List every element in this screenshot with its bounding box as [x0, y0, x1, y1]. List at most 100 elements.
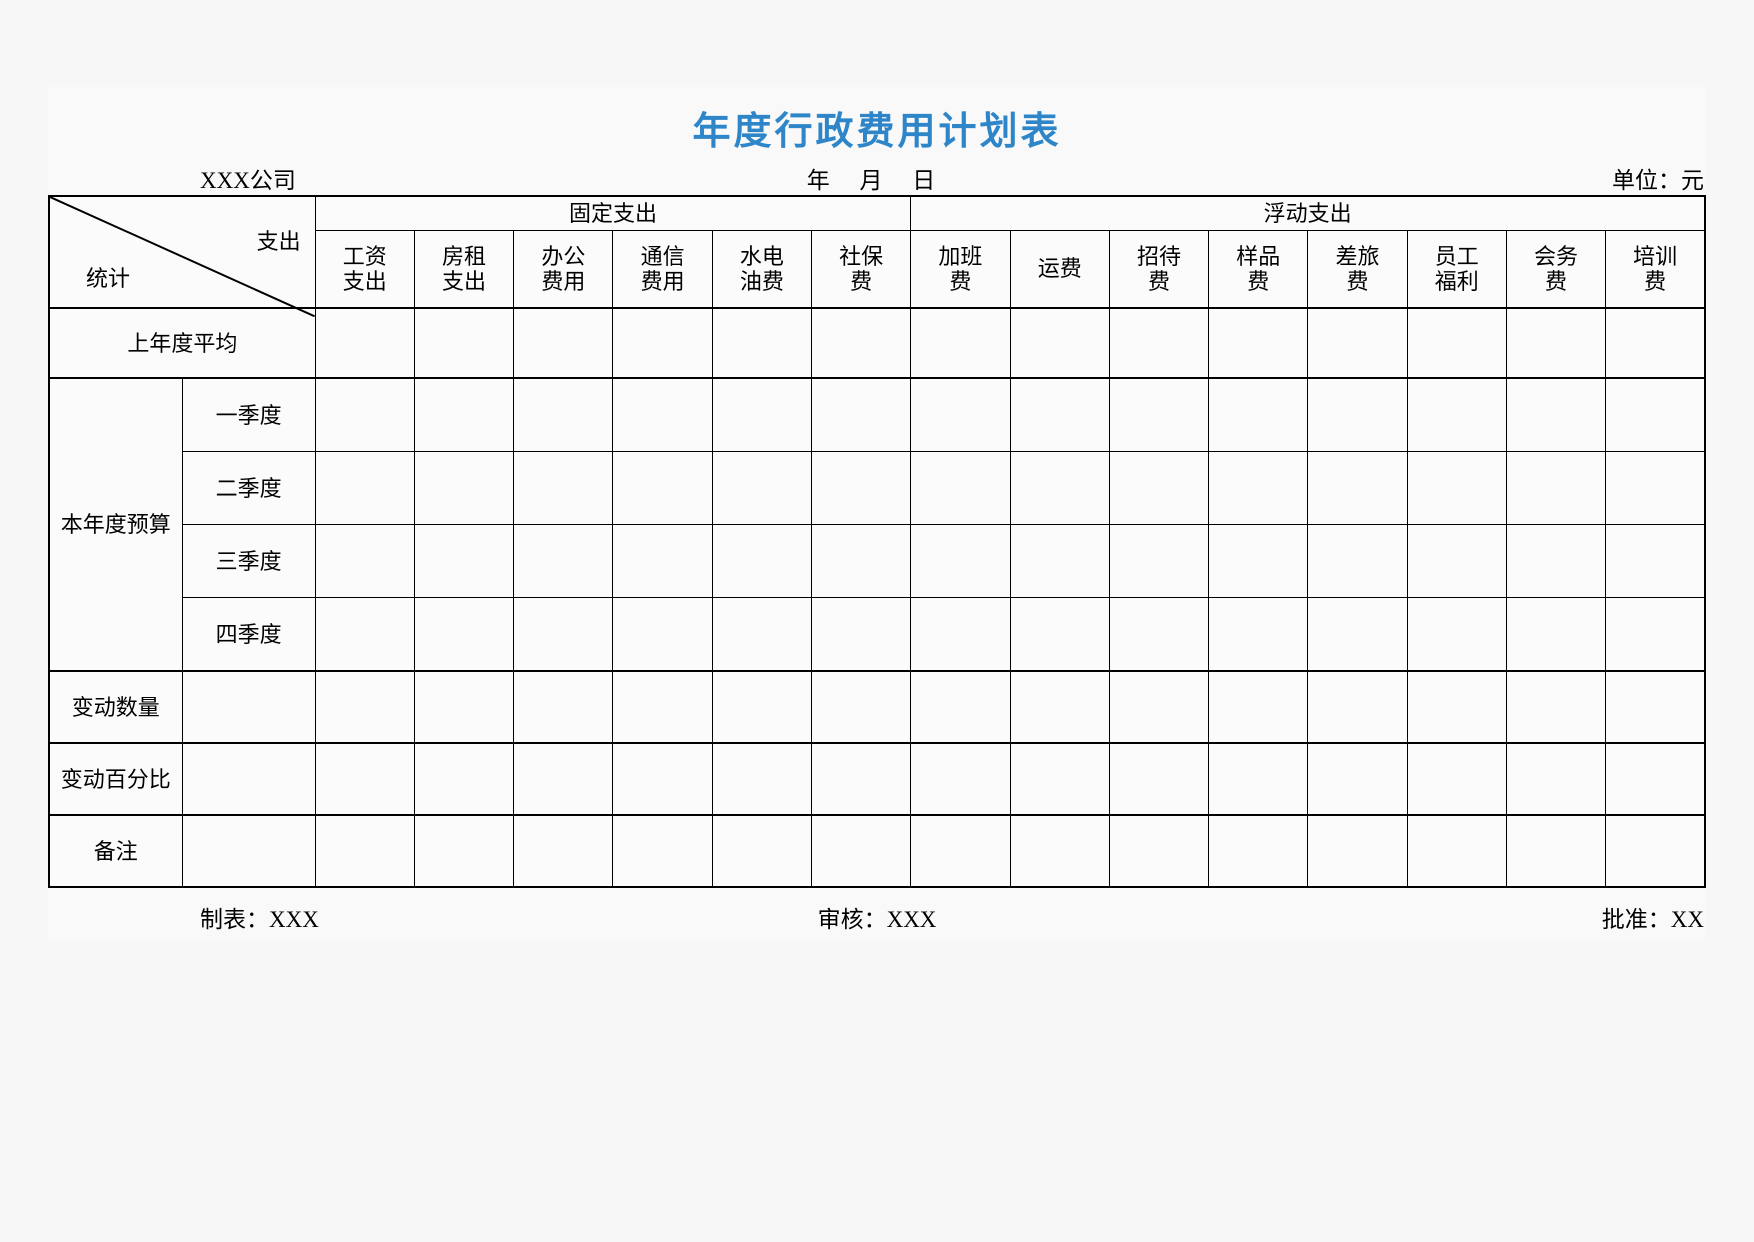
data-cell[interactable]	[1208, 524, 1309, 599]
data-cell[interactable]	[513, 307, 614, 379]
data-cell[interactable]	[413, 814, 515, 889]
data-cell[interactable]	[314, 814, 415, 889]
data-cell[interactable]	[1605, 670, 1707, 744]
data-cell[interactable]	[1208, 377, 1309, 453]
data-cell[interactable]	[1208, 451, 1309, 526]
data-cell[interactable]	[1406, 814, 1507, 889]
data-cell[interactable]	[810, 670, 912, 744]
data-cell[interactable]	[1605, 307, 1707, 379]
data-cell[interactable]	[1108, 524, 1210, 599]
data-cell[interactable]	[910, 742, 1011, 816]
data-cell[interactable]	[1108, 307, 1210, 379]
data-cell[interactable]	[314, 307, 415, 379]
data-cell[interactable]	[1307, 670, 1408, 744]
data-cell[interactable]	[1307, 742, 1408, 816]
data-cell[interactable]	[513, 814, 614, 889]
data-cell[interactable]	[1208, 742, 1309, 816]
data-cell[interactable]	[1505, 670, 1607, 744]
data-cell[interactable]	[1108, 814, 1210, 889]
data-cell[interactable]	[1009, 451, 1110, 526]
data-cell[interactable]	[314, 597, 415, 672]
data-cell[interactable]	[1505, 597, 1607, 672]
data-cell[interactable]	[612, 597, 713, 672]
data-cell[interactable]	[711, 451, 812, 526]
data-cell[interactable]	[711, 597, 812, 672]
data-cell[interactable]	[1505, 307, 1607, 379]
data-cell[interactable]	[1208, 307, 1309, 379]
data-cell[interactable]	[1009, 814, 1110, 889]
data-cell[interactable]	[1505, 524, 1607, 599]
data-cell[interactable]	[513, 742, 614, 816]
data-cell[interactable]	[314, 524, 415, 599]
data-cell[interactable]	[1605, 742, 1707, 816]
data-cell[interactable]	[612, 307, 713, 379]
data-cell[interactable]	[513, 377, 614, 453]
data-cell[interactable]	[181, 670, 316, 744]
data-cell[interactable]	[181, 742, 316, 816]
data-cell[interactable]	[612, 670, 713, 744]
data-cell[interactable]	[1009, 307, 1110, 379]
data-cell[interactable]	[910, 307, 1011, 379]
data-cell[interactable]	[612, 524, 713, 599]
data-cell[interactable]	[810, 377, 912, 453]
data-cell[interactable]	[1009, 742, 1110, 816]
data-cell[interactable]	[1307, 524, 1408, 599]
data-cell[interactable]	[612, 742, 713, 816]
data-cell[interactable]	[810, 307, 912, 379]
data-cell[interactable]	[711, 524, 812, 599]
data-cell[interactable]	[1108, 597, 1210, 672]
data-cell[interactable]	[1108, 670, 1210, 744]
data-cell[interactable]	[1009, 377, 1110, 453]
data-cell[interactable]	[711, 742, 812, 816]
data-cell[interactable]	[711, 307, 812, 379]
data-cell[interactable]	[1406, 524, 1507, 599]
data-cell[interactable]	[711, 670, 812, 744]
data-cell[interactable]	[1605, 597, 1707, 672]
data-cell[interactable]	[1505, 742, 1607, 816]
data-cell[interactable]	[1406, 307, 1507, 379]
data-cell[interactable]	[910, 814, 1011, 889]
data-cell[interactable]	[1406, 451, 1507, 526]
data-cell[interactable]	[612, 377, 713, 453]
data-cell[interactable]	[413, 524, 515, 599]
data-cell[interactable]	[810, 742, 912, 816]
data-cell[interactable]	[910, 670, 1011, 744]
data-cell[interactable]	[314, 670, 415, 744]
data-cell[interactable]	[314, 742, 415, 816]
data-cell[interactable]	[513, 524, 614, 599]
data-cell[interactable]	[513, 670, 614, 744]
data-cell[interactable]	[1406, 742, 1507, 816]
data-cell[interactable]	[413, 451, 515, 526]
data-cell[interactable]	[711, 814, 812, 889]
data-cell[interactable]	[314, 451, 415, 526]
data-cell[interactable]	[1406, 597, 1507, 672]
data-cell[interactable]	[513, 597, 614, 672]
data-cell[interactable]	[413, 377, 515, 453]
data-cell[interactable]	[1108, 451, 1210, 526]
data-cell[interactable]	[1208, 814, 1309, 889]
data-cell[interactable]	[1307, 377, 1408, 453]
data-cell[interactable]	[1108, 742, 1210, 816]
data-cell[interactable]	[1406, 377, 1507, 453]
data-cell[interactable]	[810, 451, 912, 526]
data-cell[interactable]	[1009, 524, 1110, 599]
data-cell[interactable]	[910, 597, 1011, 672]
data-cell[interactable]	[1505, 451, 1607, 526]
data-cell[interactable]	[1307, 597, 1408, 672]
data-cell[interactable]	[413, 597, 515, 672]
data-cell[interactable]	[1605, 377, 1707, 453]
data-cell[interactable]	[1307, 814, 1408, 889]
data-cell[interactable]	[810, 524, 912, 599]
data-cell[interactable]	[612, 451, 713, 526]
data-cell[interactable]	[910, 524, 1011, 599]
data-cell[interactable]	[513, 451, 614, 526]
data-cell[interactable]	[181, 814, 316, 889]
data-cell[interactable]	[1505, 377, 1607, 453]
data-cell[interactable]	[1605, 814, 1707, 889]
data-cell[interactable]	[1406, 670, 1507, 744]
data-cell[interactable]	[413, 307, 515, 379]
data-cell[interactable]	[810, 597, 912, 672]
data-cell[interactable]	[413, 670, 515, 744]
data-cell[interactable]	[1208, 670, 1309, 744]
data-cell[interactable]	[910, 377, 1011, 453]
